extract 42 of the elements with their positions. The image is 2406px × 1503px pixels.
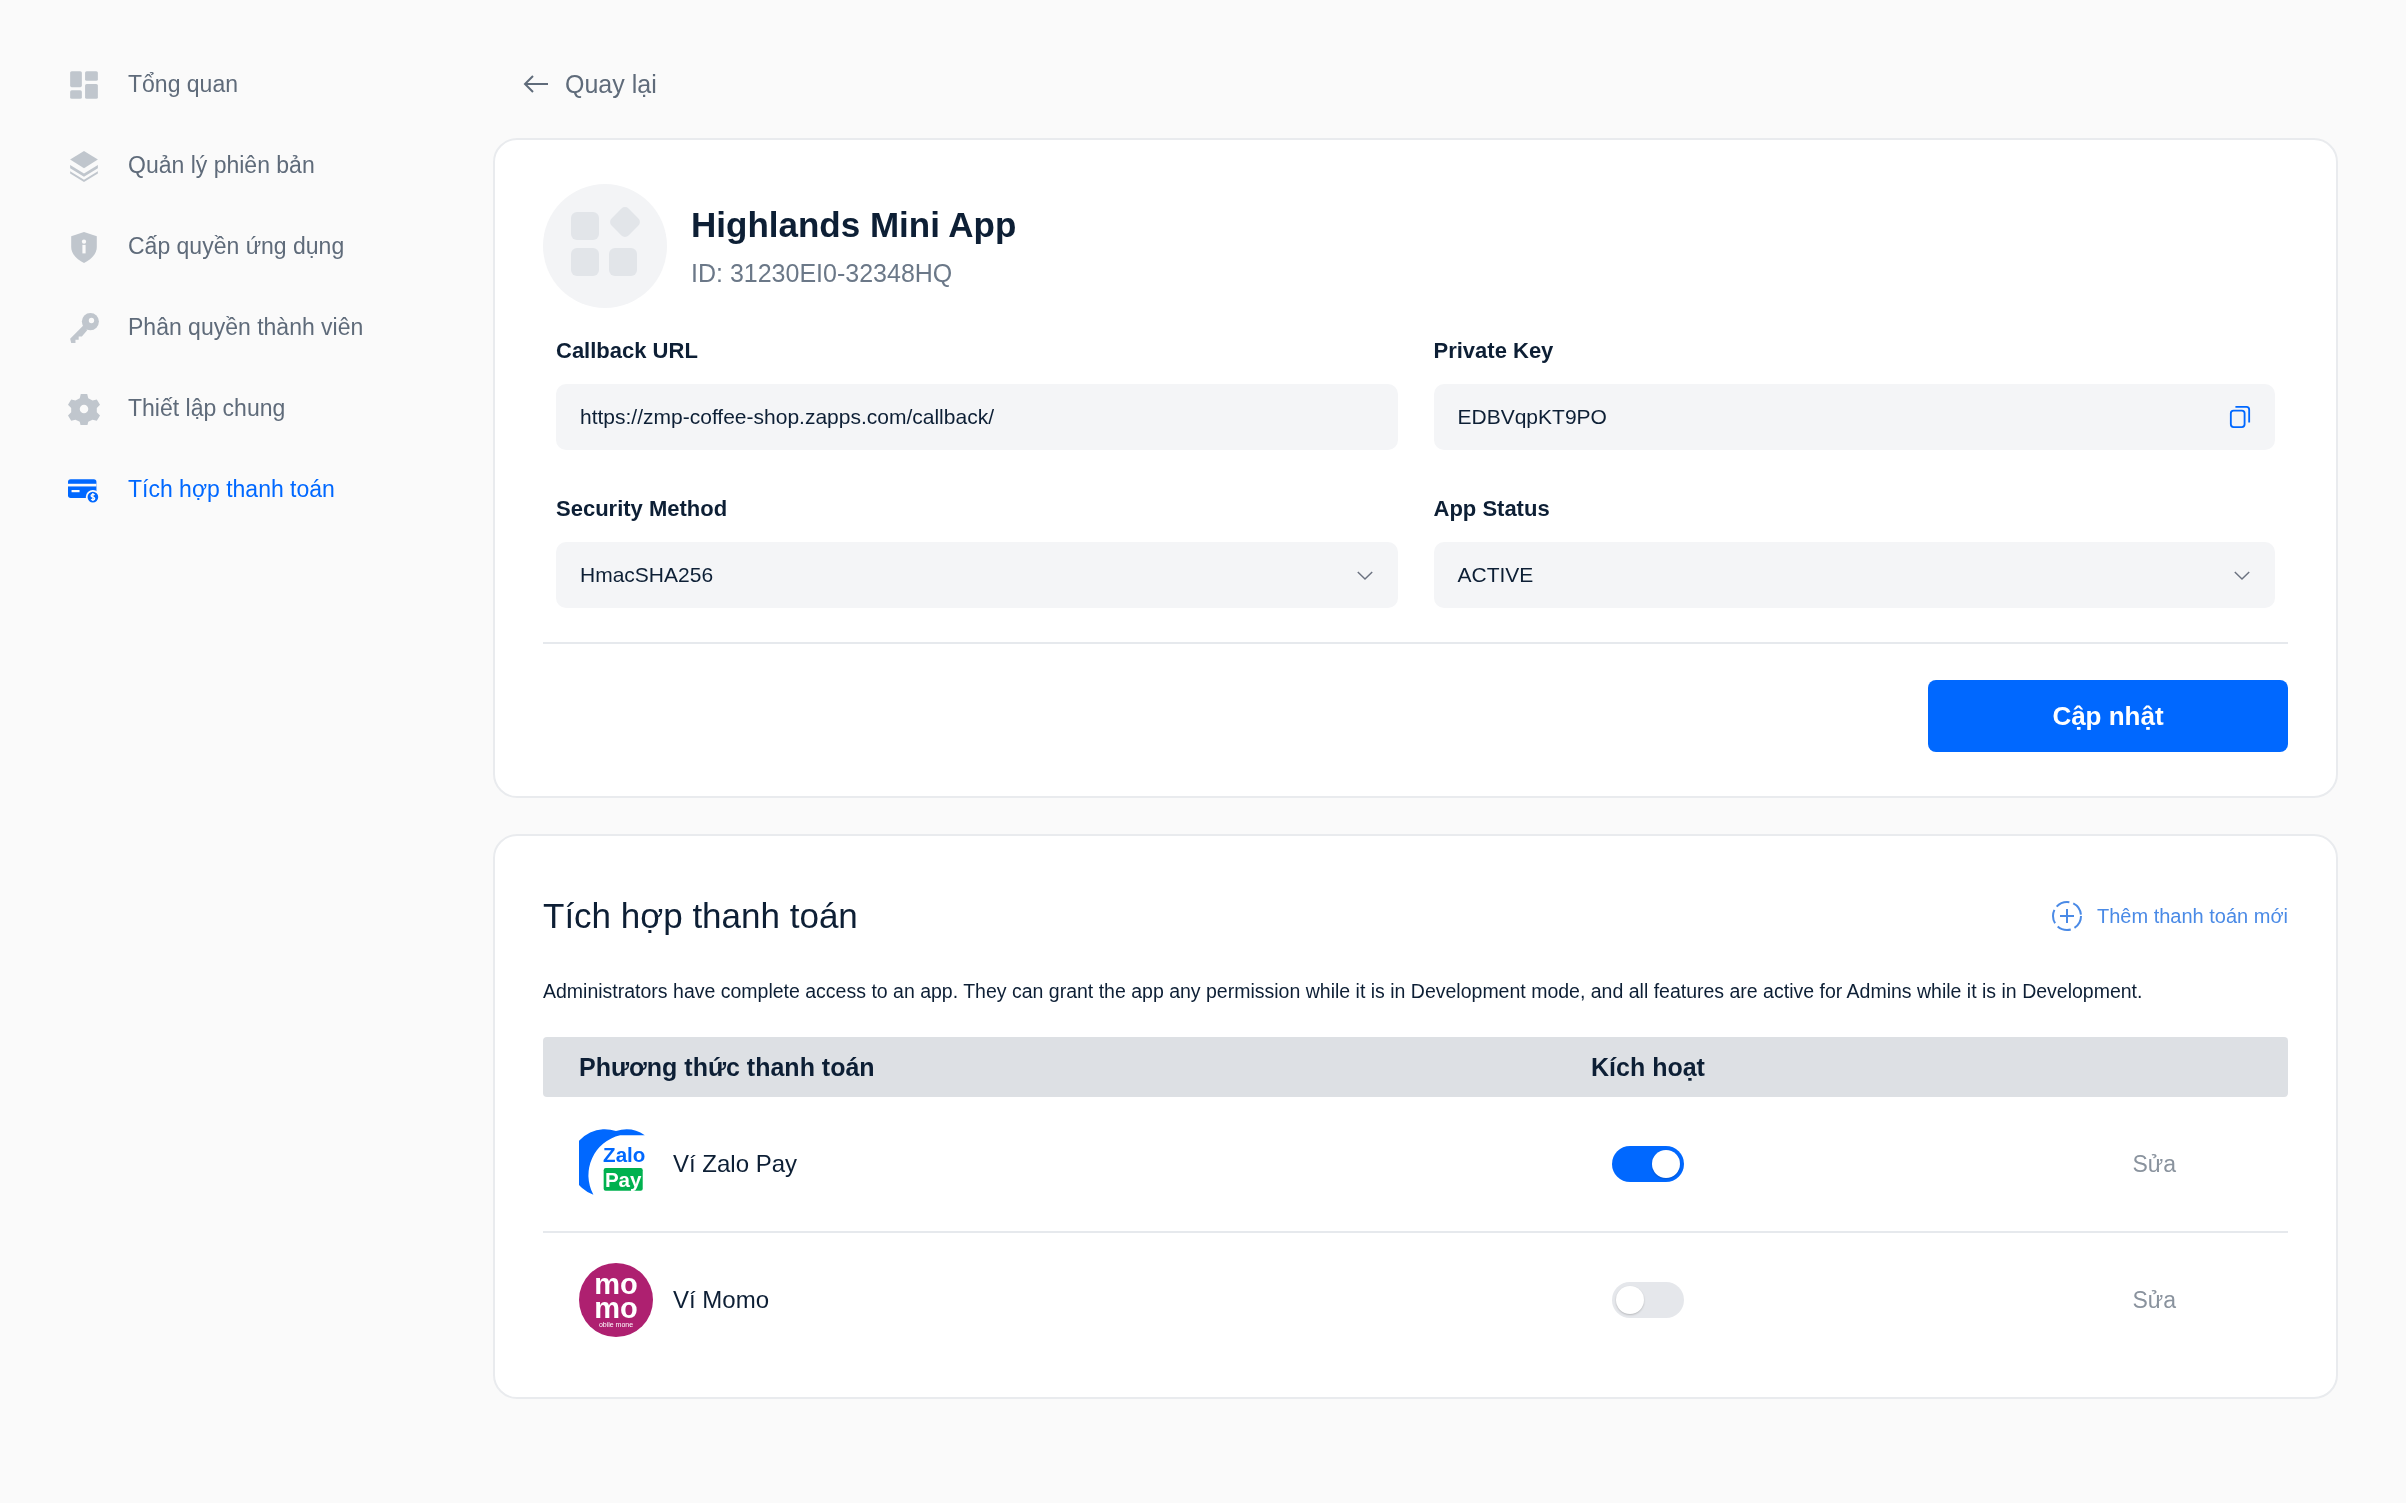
description: Administrators have complete access to an app. They can grant the app any permission while it is in Development mode, and all features are active for Admins while it is in Development. — [543, 980, 2144, 1003]
sidebar-item[interactable]: Phân quyền thành viên — [68, 287, 364, 368]
edit-link[interactable]: Sửa — [2132, 1286, 2176, 1314]
shield-icon — [68, 230, 100, 263]
chevron-down-icon — [1355, 569, 1374, 581]
settings-icon — [68, 392, 100, 425]
app-name: Highlands Mini App — [691, 204, 1017, 245]
logo-text: mo — [594, 1271, 638, 1296]
dashboard-icon — [68, 68, 100, 101]
sidebar-item[interactable]: Quản lý phiên bản — [68, 125, 315, 206]
key-icon — [68, 311, 100, 344]
select-field[interactable]: HmacSHA256 — [556, 542, 1398, 608]
field-label: Callback URL — [556, 338, 699, 364]
app-avatar-icon — [543, 184, 667, 308]
logo-text: mo — [594, 1295, 638, 1320]
edit-link[interactable]: Sửa — [2132, 1150, 2176, 1178]
toggle-switch[interactable] — [1612, 1282, 1684, 1318]
toggle-switch[interactable] — [1612, 1146, 1684, 1182]
layers-icon — [68, 149, 100, 182]
back-link[interactable]: Quay lại — [523, 60, 657, 108]
chevron-down-icon — [2233, 569, 2251, 581]
update-button[interactable]: Cập nhật — [1928, 680, 2288, 752]
input-field[interactable]: https://zmp-coffee-shop.zapps.com/callback/ — [556, 384, 1398, 450]
field-label: App Status — [1433, 496, 1551, 522]
payment-method-name: Ví Momo — [673, 1286, 770, 1314]
sidebar-item[interactable]: Tích hợp thanh toán — [68, 449, 335, 530]
app-id: ID: 31230EI0-32348HQ — [691, 258, 954, 288]
select-field[interactable]: ACTIVE — [1433, 542, 2275, 608]
arrow-left-icon — [523, 74, 549, 94]
column-header: Phương thức thanh toán — [578, 1052, 876, 1082]
payment-method-name: Ví Zalo Pay — [673, 1150, 798, 1178]
sidebar-item[interactable]: Cấp quyền ứng dụng — [68, 206, 345, 287]
plus-circle-icon — [2051, 900, 2083, 932]
add-payment-link[interactable]: Thêm thanh toán mới — [2051, 900, 2288, 932]
copy-icon[interactable] — [2229, 405, 2251, 429]
field-label: Private Key — [1433, 338, 1555, 364]
sidebar-item[interactable]: Thiết lập chung — [68, 368, 286, 449]
section-title: Tích hợp thanh toán — [543, 896, 858, 936]
input-field[interactable]: EDBVqpKT9PO — [1433, 384, 2275, 450]
column-header: Kích hoạt — [1590, 1052, 1706, 1082]
field-label: Security Method — [556, 496, 729, 522]
sidebar-item[interactable]: Tổng quan — [68, 44, 238, 125]
